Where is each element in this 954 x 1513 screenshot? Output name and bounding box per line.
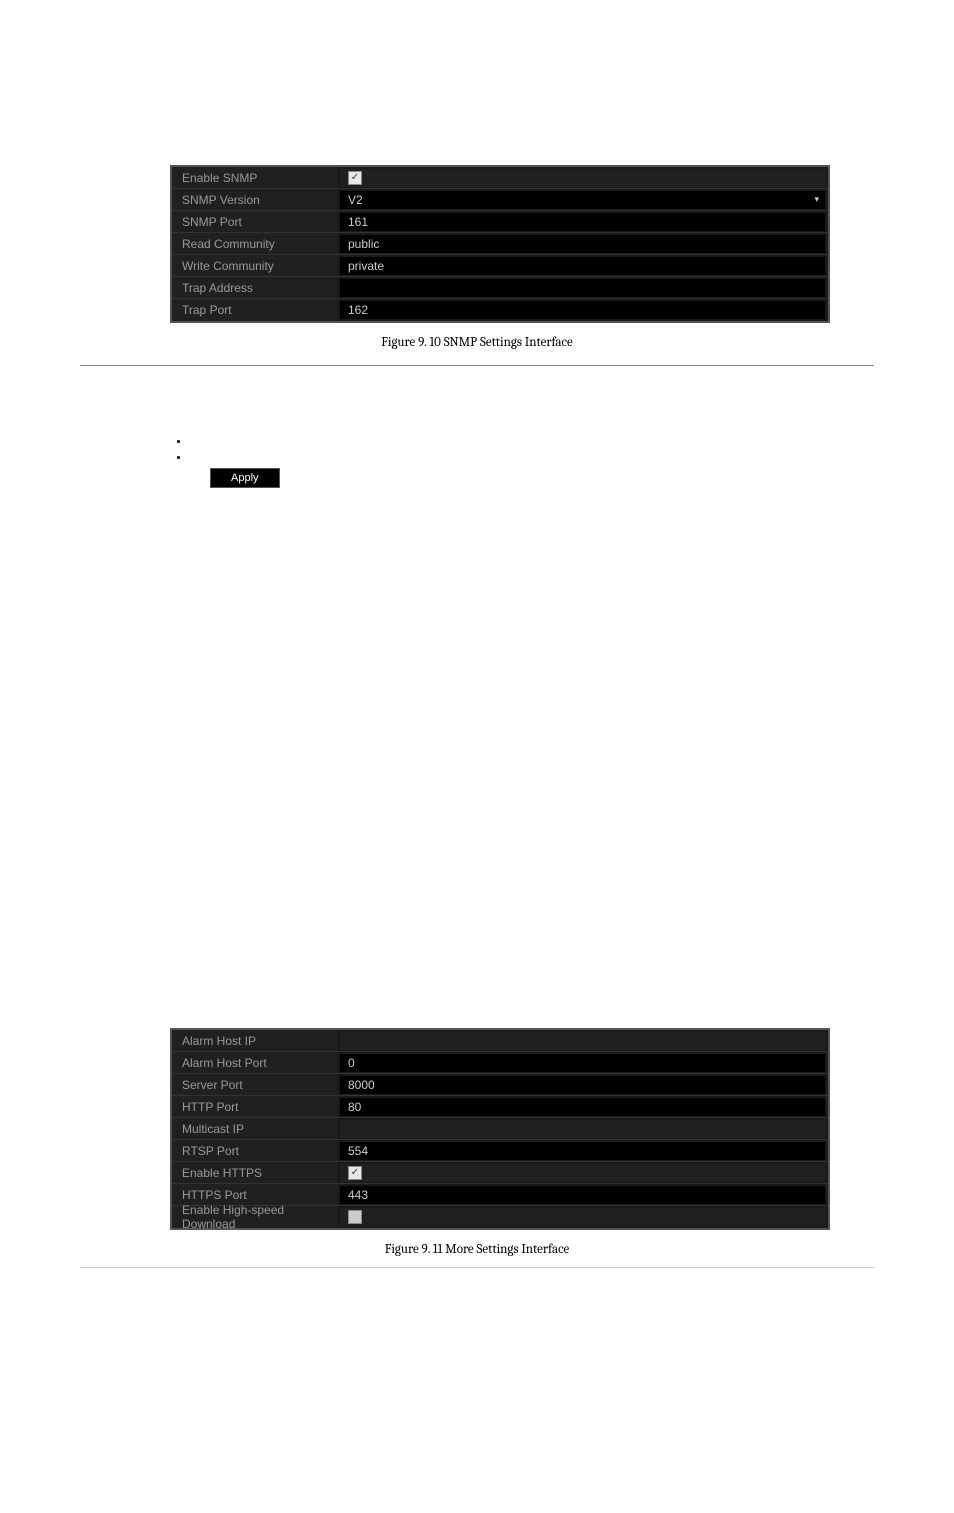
checkbox-checked-icon[interactable]: ✓	[348, 171, 362, 185]
field-label: Enable HTTPS	[172, 1162, 337, 1183]
table-row: RTSP Port554	[172, 1140, 828, 1162]
field-label: SNMP Version	[172, 189, 337, 210]
more-settings-panel: Alarm Host IPAlarm Host Port0Server Port…	[170, 1028, 830, 1230]
text-field[interactable]: 0	[340, 1054, 825, 1072]
table-row: Alarm Host Port0	[172, 1052, 828, 1074]
table-row: Alarm Host IP	[172, 1030, 828, 1052]
text-field[interactable]: private	[340, 257, 825, 275]
table-row: Multicast IP	[172, 1118, 828, 1140]
bullet-list	[190, 436, 874, 464]
divider	[80, 365, 874, 366]
text-field[interactable]: 161	[340, 213, 825, 231]
text-field[interactable]: 443	[340, 1186, 825, 1204]
field-label: Alarm Host Port	[172, 1052, 337, 1073]
text-field[interactable]: 80	[340, 1098, 825, 1116]
checkbox-field[interactable]: ✓	[340, 169, 825, 187]
checkbox-checked-icon[interactable]: ✓	[348, 1166, 362, 1180]
text-field[interactable]: 8000	[340, 1076, 825, 1094]
text-field[interactable]	[340, 1120, 825, 1138]
text-field[interactable]: public	[340, 235, 825, 253]
divider	[80, 1267, 874, 1268]
text-field[interactable]: 554	[340, 1142, 825, 1160]
field-label: Multicast IP	[172, 1118, 337, 1139]
checkbox-field[interactable]	[340, 1208, 825, 1226]
table-row: HTTP Port80	[172, 1096, 828, 1118]
field-label: Enable High-speed Download	[172, 1206, 337, 1228]
table-row: Enable SNMP ✓	[172, 167, 828, 189]
table-row: Read Communitypublic	[172, 233, 828, 255]
table-row: Enable High-speed Download	[172, 1206, 828, 1228]
table-row: SNMP VersionV2▾	[172, 189, 828, 211]
field-label: Enable SNMP	[172, 167, 337, 188]
field-label: Server Port	[172, 1074, 337, 1095]
text-field[interactable]	[340, 279, 825, 297]
table-row: Enable HTTPS ✓	[172, 1162, 828, 1184]
list-item	[190, 436, 874, 448]
text-field[interactable]	[340, 1032, 825, 1050]
field-label: Alarm Host IP	[172, 1030, 337, 1051]
table-row: Trap Address	[172, 277, 828, 299]
apply-button[interactable]: Apply	[210, 468, 280, 488]
figure-caption-more: Figure 9. 11 More Settings Interface	[80, 1242, 874, 1257]
chevron-down-icon[interactable]: ▾	[814, 194, 819, 205]
field-label: Read Community	[172, 233, 337, 254]
field-label: Write Community	[172, 255, 337, 276]
table-row: SNMP Port161	[172, 211, 828, 233]
table-row: Trap Port162	[172, 299, 828, 321]
field-label: RTSP Port	[172, 1140, 337, 1161]
figure-caption-snmp: Figure 9. 10 SNMP Settings Interface	[80, 335, 874, 350]
dropdown-field[interactable]: V2▾	[340, 191, 825, 209]
checkbox-unchecked-icon[interactable]	[348, 1210, 362, 1224]
field-label: HTTPS Port	[172, 1184, 337, 1205]
table-row: Server Port8000	[172, 1074, 828, 1096]
field-label: HTTP Port	[172, 1096, 337, 1117]
checkbox-field[interactable]: ✓	[340, 1164, 825, 1182]
table-row: Write Communityprivate	[172, 255, 828, 277]
list-item	[190, 452, 874, 464]
text-field[interactable]: 162	[340, 301, 825, 319]
field-label: SNMP Port	[172, 211, 337, 232]
field-label: Trap Port	[172, 299, 337, 321]
snmp-settings-panel: Enable SNMP✓SNMP VersionV2▾SNMP Port161R…	[170, 165, 830, 323]
field-label: Trap Address	[172, 277, 337, 298]
